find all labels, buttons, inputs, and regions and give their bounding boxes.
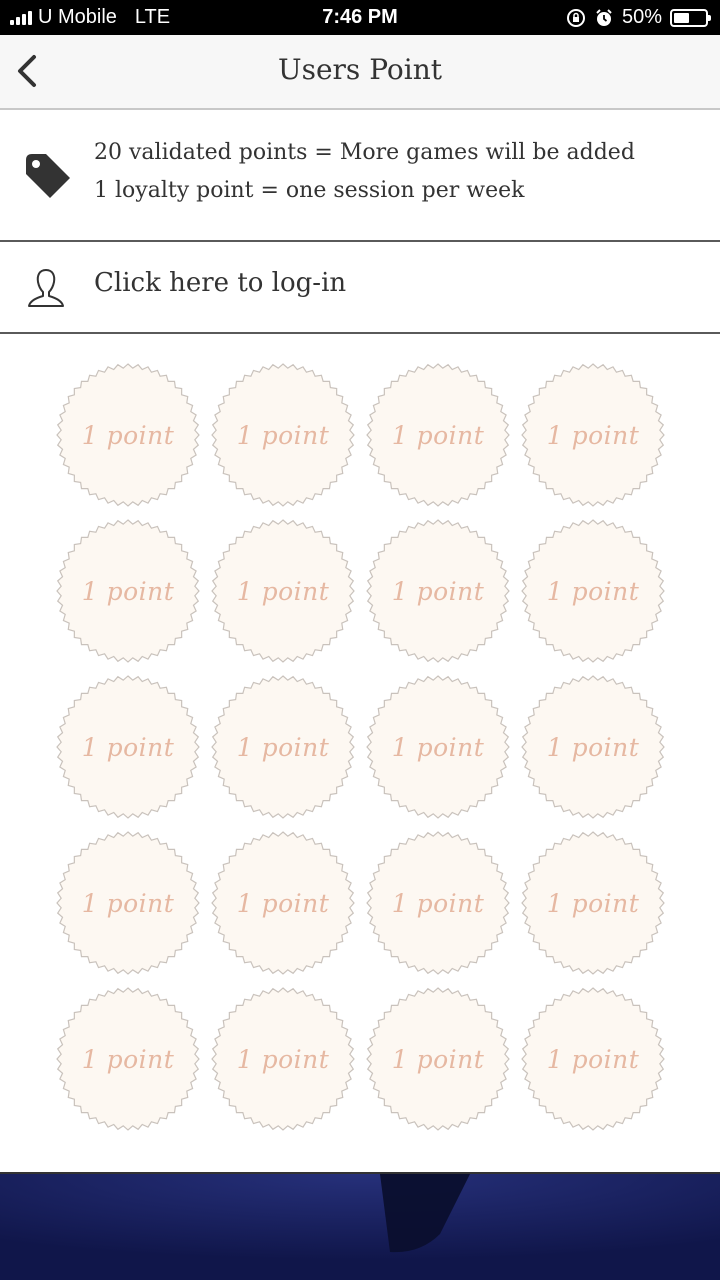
point-badge-label: 1 point (391, 888, 485, 918)
point-badge: 1 point (365, 674, 511, 820)
point-badge: 1 point (55, 674, 201, 820)
login-link[interactable]: Click here to log-in (94, 268, 346, 298)
point-badge-label: 1 point (546, 576, 640, 606)
point-badge: 1 point (520, 674, 666, 820)
info-line-loyalty: 1 loyalty point = one session per week (94, 178, 525, 203)
point-badge: 1 point (210, 518, 356, 664)
point-badge: 1 point (365, 362, 511, 508)
point-badge: 1 point (520, 518, 666, 664)
point-badge: 1 point (55, 986, 201, 1132)
login-row[interactable]: Click here to log-in (0, 242, 720, 334)
nav-bar: Users Point (0, 35, 720, 110)
user-icon (28, 269, 64, 307)
point-badge-label: 1 point (391, 1044, 485, 1074)
point-badge: 1 point (210, 830, 356, 976)
point-badge: 1 point (520, 830, 666, 976)
point-badge-label: 1 point (391, 576, 485, 606)
point-badge-label: 1 point (81, 576, 175, 606)
point-badge-label: 1 point (546, 1044, 640, 1074)
point-badge-label: 1 point (81, 420, 175, 450)
point-badge: 1 point (365, 986, 511, 1132)
point-badge: 1 point (210, 674, 356, 820)
orientation-lock-icon (566, 8, 585, 27)
banner-graphic (0, 1174, 720, 1280)
points-info-row: 20 validated points = More games will be… (0, 110, 720, 242)
point-badge-label: 1 point (391, 732, 485, 762)
point-badge: 1 point (365, 830, 511, 976)
point-badge-label: 1 point (81, 888, 175, 918)
point-badge-label: 1 point (391, 420, 485, 450)
point-badge: 1 point (210, 362, 356, 508)
bottom-banner-image (0, 1172, 720, 1280)
point-badge-label: 1 point (546, 888, 640, 918)
page-title: Users Point (278, 53, 442, 86)
point-badge-label: 1 point (236, 732, 330, 762)
tag-icon (26, 154, 70, 198)
point-badge: 1 point (520, 986, 666, 1132)
point-badge: 1 point (520, 362, 666, 508)
battery-icon (670, 8, 711, 27)
point-badge: 1 point (55, 362, 201, 508)
point-badge-label: 1 point (81, 732, 175, 762)
point-badge: 1 point (210, 986, 356, 1132)
point-badge-label: 1 point (546, 420, 640, 450)
points-grid: 1 point 1 point 1 point 1 point 1 point 1 poi… (0, 334, 720, 1172)
point-badge-label: 1 point (236, 420, 330, 450)
point-badge-label: 1 point (236, 888, 330, 918)
battery-percent: 50% (621, 6, 662, 28)
point-badge: 1 point (55, 830, 201, 976)
point-badge-label: 1 point (236, 1044, 330, 1074)
point-badge-label: 1 point (546, 732, 640, 762)
point-badge-label: 1 point (81, 1044, 175, 1074)
alarm-icon (596, 8, 612, 26)
point-badge-label: 1 point (236, 576, 330, 606)
point-badge: 1 point (55, 518, 201, 664)
status-bar: U Mobile LTE 7:46 PM 50% (0, 0, 720, 35)
status-right: 50% (566, 6, 711, 29)
info-line-validated: 20 validated points = More games will be… (94, 140, 635, 165)
point-badge: 1 point (365, 518, 511, 664)
